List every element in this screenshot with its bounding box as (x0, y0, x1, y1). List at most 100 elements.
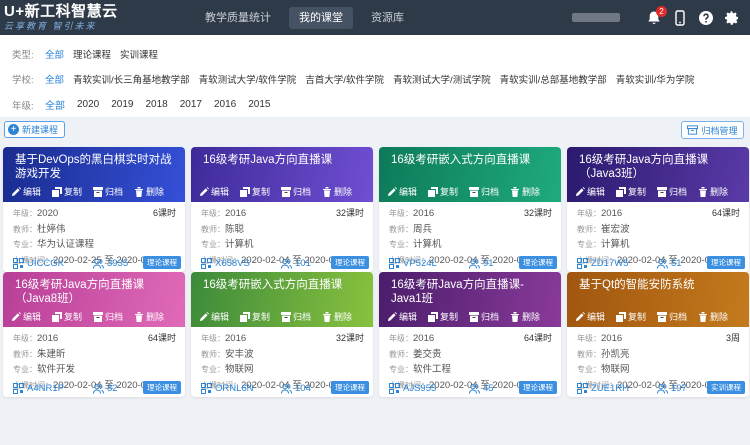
course-code[interactable]: ZD17W5 (577, 257, 657, 269)
course-card-header[interactable]: 基于DevOps的黑白棋实时对战游戏开发编辑 复制 归档 删除 (3, 147, 185, 202)
filter-year-option[interactable]: 2017 (180, 99, 202, 110)
archive-button[interactable]: 归档 (93, 185, 123, 198)
course-title[interactable]: 16级考研Java方向直播课（Java8班） (15, 278, 177, 306)
edit-button[interactable]: 编辑 (387, 310, 417, 323)
course-code[interactable]: A4NR1P (13, 382, 93, 394)
student-count[interactable]: 3935 (93, 258, 128, 269)
logo[interactable]: U+新工科智慧云 云享教育 智引未来 (4, 3, 118, 32)
filter-school-option[interactable]: 青软实训/总部基地教学部 (500, 72, 607, 86)
bell-icon[interactable]: 2 (646, 5, 667, 26)
course-card[interactable]: 16级考研Java方向直播课（Java8班） 编辑 复制 归档 删除 年级：2016 教师：… (3, 272, 185, 397)
edit-button[interactable]: 编辑 (11, 310, 41, 323)
course-code[interactable]: X658VS (201, 257, 281, 269)
course-card[interactable]: 16级考研Java方向直播课 编辑 复制 归档 删除 年级：2016 教师：陈聪 专业：计算机… (191, 147, 373, 272)
edit-button[interactable]: 编辑 (11, 185, 41, 198)
course-card[interactable]: 基于DevOps的黑白棋实时对战游戏开发 编辑 复制 归档 删除 年级：2020 教师：杜婷… (3, 147, 185, 272)
copy-button[interactable]: 复制 (428, 185, 458, 198)
course-title[interactable]: 16级考研Java方向直播课 (203, 153, 365, 167)
delete-button[interactable]: 删除 (322, 310, 352, 323)
edit-button[interactable]: 编辑 (387, 185, 417, 198)
copy-button[interactable]: 复制 (52, 185, 82, 198)
nav-item-2[interactable]: 资源库 (361, 7, 414, 29)
course-title[interactable]: 基于DevOps的黑白棋实时对战游戏开发 (15, 153, 177, 181)
nav-item-1[interactable]: 我的课堂 (289, 6, 353, 29)
delete-button[interactable]: 删除 (322, 185, 352, 198)
filter-year-option[interactable]: 2020 (77, 99, 99, 110)
delete-button[interactable]: 删除 (698, 185, 728, 198)
course-title[interactable]: 16级考研嵌入式方向直播课 (203, 278, 365, 292)
new-course-button[interactable]: + 新建课程 (4, 121, 66, 138)
archive-button[interactable]: 归档 (657, 310, 687, 323)
course-card[interactable]: 基于Qt的智能安防系统 编辑 复制 归档 删除 年级：2016 教师：孙凯亮 专业：物联网 上课… (567, 272, 749, 397)
course-title[interactable]: 16级考研Java方向直播课（Java3班） (579, 153, 741, 181)
course-card-header[interactable]: 基于Qt的智能安防系统编辑 复制 归档 删除 (567, 272, 749, 327)
archive-button[interactable]: 归档 (281, 310, 311, 323)
course-card-header[interactable]: 16级考研嵌入式方向直播课编辑 复制 归档 删除 (191, 272, 373, 327)
course-card-header[interactable]: 16级考研嵌入式方向直播课编辑 复制 归档 删除 (379, 147, 561, 202)
archive-button[interactable]: 归档 (469, 185, 499, 198)
nav-item-0[interactable]: 教学质量统计 (195, 7, 281, 29)
course-card-header[interactable]: 16级考研Java方向直播课-Java1班编辑 复制 归档 删除 (379, 272, 561, 327)
course-card[interactable]: 16级考研Java方向直播课-Java1班 编辑 复制 归档 删除 年级：2016 教师：姜… (379, 272, 561, 397)
filter-type-option[interactable]: 实训课程 (120, 47, 158, 61)
course-title[interactable]: 基于Qt的智能安防系统 (579, 278, 741, 292)
filter-school-option[interactable]: 青软实训/长三角基地教学部 (73, 72, 190, 86)
user-name-blurred[interactable] (572, 13, 620, 22)
course-code[interactable]: ORNL6N (201, 382, 281, 394)
archive-button[interactable]: 归档 (281, 185, 311, 198)
filter-year-option[interactable]: 2018 (146, 99, 168, 110)
course-card[interactable]: 16级考研嵌入式方向直播课 编辑 复制 归档 删除 年级：2016 教师：安丰波 专业：物联网… (191, 272, 373, 397)
student-count[interactable]: 104 (281, 383, 311, 394)
filter-school-option[interactable]: 吉首大学/软件学院 (305, 72, 384, 86)
course-card[interactable]: 16级考研嵌入式方向直播课 编辑 复制 归档 删除 年级：2016 教师：周兵 专业：计算机上… (379, 147, 561, 272)
filter-school-option[interactable]: 青软实训/华为学院 (616, 72, 695, 86)
course-code[interactable]: UICCGK (13, 257, 93, 269)
delete-button[interactable]: 删除 (134, 185, 164, 198)
copy-button[interactable]: 复制 (240, 310, 270, 323)
delete-button[interactable]: 删除 (510, 310, 540, 323)
copy-button[interactable]: 复制 (428, 310, 458, 323)
student-count[interactable]: 82 (93, 383, 118, 394)
edit-button[interactable]: 编辑 (199, 185, 229, 198)
copy-button[interactable]: 复制 (240, 185, 270, 198)
archive-button[interactable]: 归档 (93, 310, 123, 323)
help-icon[interactable] (698, 10, 714, 26)
edit-button[interactable]: 编辑 (199, 310, 229, 323)
student-count[interactable]: 91 (469, 258, 494, 269)
course-code[interactable]: VP524L (389, 257, 469, 269)
archive-button[interactable]: 归档 (657, 185, 687, 198)
filter-school-option[interactable]: 青软测试大学/软件学院 (199, 72, 297, 86)
edit-button[interactable]: 编辑 (575, 185, 605, 198)
copy-button[interactable]: 复制 (616, 310, 646, 323)
gear-icon[interactable] (724, 10, 740, 26)
course-title[interactable]: 16级考研嵌入式方向直播课 (391, 153, 553, 167)
student-count[interactable]: 101 (281, 258, 311, 269)
course-card-header[interactable]: 16级考研Java方向直播课编辑 复制 归档 删除 (191, 147, 373, 202)
filter-type-option[interactable]: 理论课程 (73, 47, 111, 61)
filter-type-option[interactable]: 全部 (45, 47, 64, 61)
archive-button[interactable]: 归档 (469, 310, 499, 323)
course-code[interactable]: ZUE1RH (577, 382, 657, 394)
copy-button[interactable]: 复制 (616, 185, 646, 198)
delete-button[interactable]: 删除 (134, 310, 164, 323)
course-title[interactable]: 16级考研Java方向直播课-Java1班 (391, 278, 553, 306)
course-code[interactable]: AJS955 (389, 382, 469, 394)
filter-year-option[interactable]: 2015 (248, 99, 270, 110)
delete-button[interactable]: 删除 (698, 310, 728, 323)
delete-button[interactable]: 删除 (510, 185, 540, 198)
student-count[interactable]: 51 (657, 258, 682, 269)
student-count[interactable]: 197 (657, 383, 687, 394)
filter-school-option[interactable]: 青软测试大学/测试学院 (393, 72, 491, 86)
course-card[interactable]: 16级考研Java方向直播课（Java3班） 编辑 复制 归档 删除 年级：2016 教师：… (567, 147, 749, 272)
copy-button[interactable]: 复制 (52, 310, 82, 323)
course-card-header[interactable]: 16级考研Java方向直播课（Java3班） 编辑 复制 归档 删除 (567, 147, 749, 202)
course-card-header[interactable]: 16级考研Java方向直播课（Java8班） 编辑 复制 归档 删除 (3, 272, 185, 327)
filter-school-option[interactable]: 全部 (45, 72, 64, 86)
student-count[interactable]: 45 (469, 383, 494, 394)
archive-manage-button[interactable]: 归档管理 (681, 121, 744, 139)
filter-year-option[interactable]: 全部 (45, 97, 65, 112)
filter-year-option[interactable]: 2016 (214, 99, 236, 110)
filter-year-option[interactable]: 2019 (111, 99, 133, 110)
mobile-icon[interactable] (672, 9, 688, 26)
edit-button[interactable]: 编辑 (575, 310, 605, 323)
